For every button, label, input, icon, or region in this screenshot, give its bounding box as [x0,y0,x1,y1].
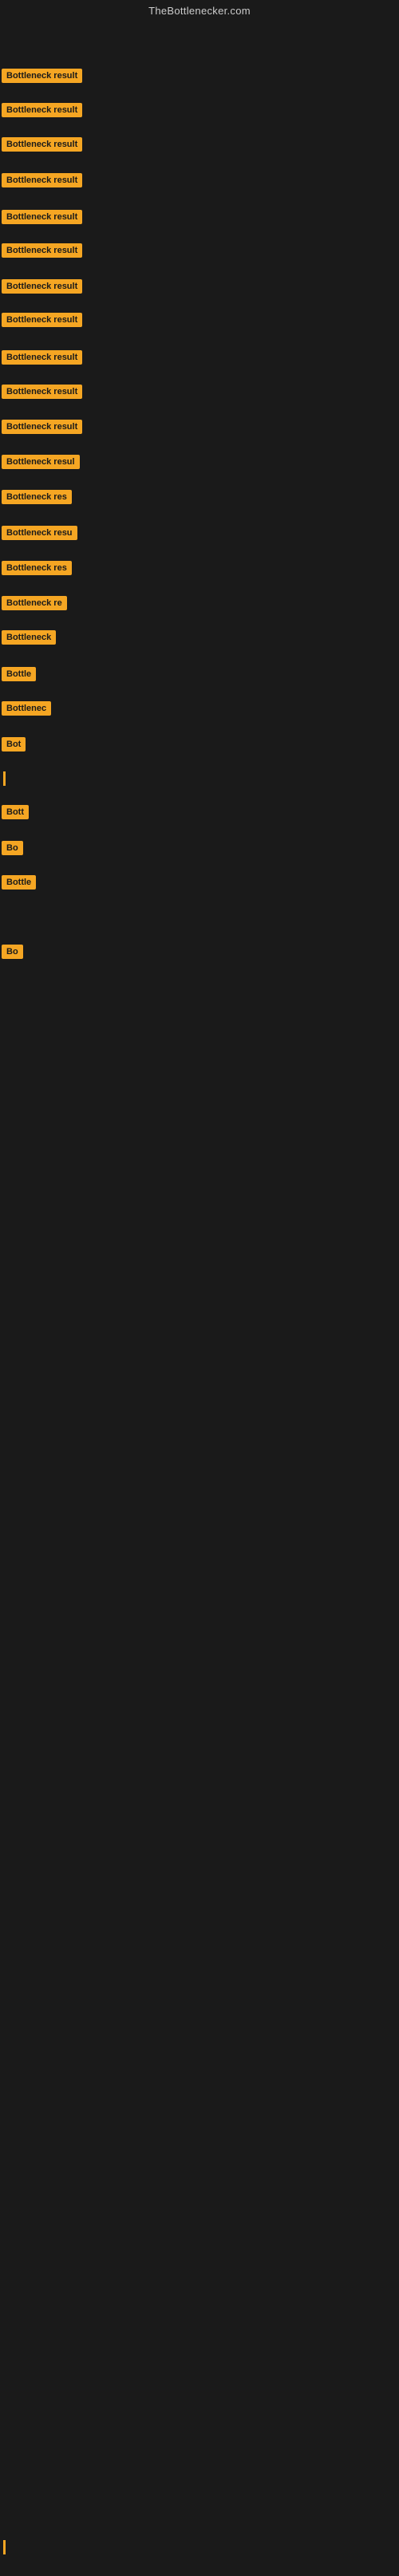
bottleneck-badge[interactable]: Bottleneck result [2,210,82,224]
bottleneck-row: Bot [2,737,26,755]
bottleneck-badge[interactable]: Bott [2,805,29,819]
bottleneck-badge[interactable]: Bo [2,945,23,959]
bottleneck-badge[interactable]: Bottleneck result [2,103,82,117]
bottleneck-badge[interactable]: Bottleneck resu [2,526,77,540]
bottleneck-row: Bottleneck result [2,279,82,298]
bottleneck-badge[interactable]: Bottleneck re [2,596,67,610]
bottleneck-badge[interactable]: Bottleneck [2,630,56,645]
bottleneck-badge[interactable]: Bottleneck res [2,490,72,504]
bottleneck-badge[interactable]: Bot [2,737,26,751]
bottleneck-badge[interactable]: Bottleneck result [2,420,82,434]
bottleneck-row: Bottleneck res [2,561,72,579]
bottleneck-row: Bottleneck result [2,69,82,87]
bottleneck-row: Bottleneck result [2,103,82,121]
bottleneck-row: Bottleneck res [2,490,72,508]
cursor-bar [3,771,6,786]
bottleneck-row: Bottleneck result [2,173,82,191]
bottleneck-row: Bottle [2,875,36,894]
bottleneck-row: Bottle [2,667,36,685]
bottleneck-row: Bottleneck resul [2,455,80,473]
bottleneck-badge[interactable]: Bottleneck result [2,243,82,258]
bottleneck-row: Bottleneck re [2,596,67,614]
site-title: TheBottlenecker.com [0,0,399,23]
cursor-bar [3,2540,6,2554]
bottleneck-row: Bottleneck result [2,137,82,156]
bottleneck-badge[interactable]: Bottle [2,667,36,681]
bottleneck-badge[interactable]: Bottle [2,875,36,890]
bottleneck-badge[interactable]: Bottlenec [2,701,51,716]
bottleneck-badge[interactable]: Bottleneck result [2,137,82,152]
bottleneck-row: Bottleneck result [2,313,82,331]
bottleneck-badge[interactable]: Bottleneck result [2,385,82,399]
bottleneck-row: Bottleneck result [2,385,82,403]
bottleneck-row: Bottleneck result [2,350,82,369]
bottleneck-badge[interactable]: Bottleneck result [2,173,82,187]
bottleneck-row: Bottleneck result [2,243,82,262]
bottleneck-row: Bottleneck [2,630,56,649]
bottleneck-row: Bo [2,945,23,963]
bottleneck-badge[interactable]: Bottleneck res [2,561,72,575]
bottleneck-badge[interactable]: Bo [2,841,23,855]
bottleneck-row: Bottleneck resu [2,526,77,544]
bottleneck-badge[interactable]: Bottleneck result [2,69,82,83]
bottleneck-badge[interactable]: Bottleneck result [2,279,82,294]
bottleneck-row: Bo [2,841,23,859]
bottleneck-row: Bott [2,805,29,823]
bottleneck-row: Bottleneck result [2,420,82,438]
bottleneck-badge[interactable]: Bottleneck resul [2,455,80,469]
bottleneck-row: Bottlenec [2,701,51,720]
bottleneck-badge[interactable]: Bottleneck result [2,313,82,327]
bottleneck-row: Bottleneck result [2,210,82,228]
bottleneck-badge[interactable]: Bottleneck result [2,350,82,365]
